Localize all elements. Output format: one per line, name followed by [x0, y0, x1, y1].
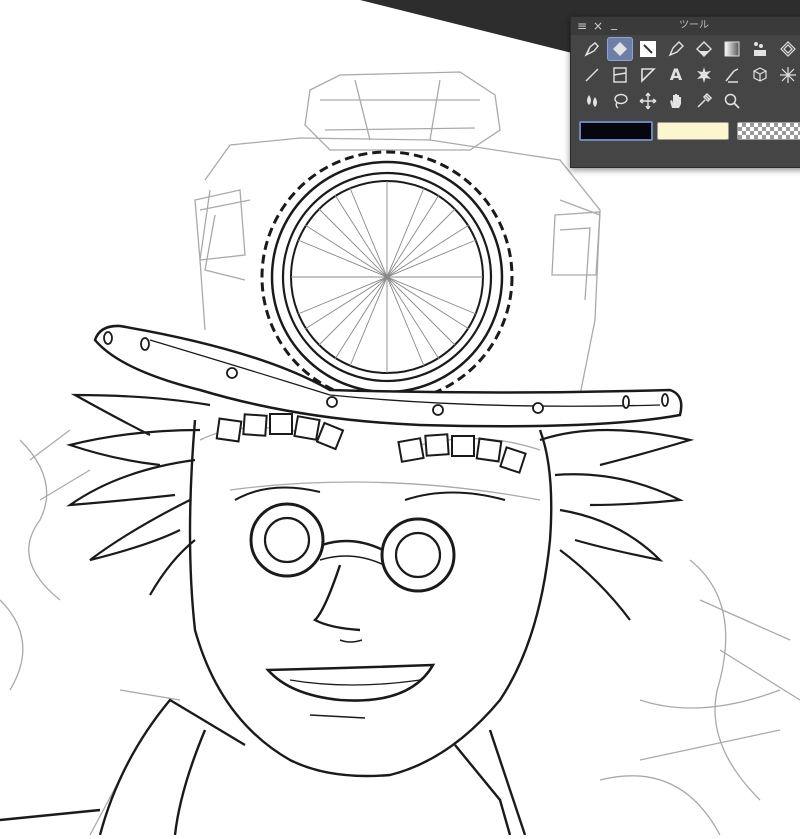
tool-palette-window[interactable]: ≡ × _ ツール A	[570, 16, 800, 168]
gear-lens	[260, 150, 514, 404]
blend-icon[interactable]	[579, 89, 605, 113]
minimize-button[interactable]: _	[611, 15, 617, 31]
move-icon[interactable]	[635, 89, 661, 113]
hair	[66, 393, 695, 621]
fountain-pen-icon[interactable]	[663, 37, 689, 61]
ruler-icon[interactable]	[635, 63, 661, 87]
pattern-icon[interactable]	[775, 37, 800, 61]
main-color-swatch[interactable]	[579, 121, 653, 141]
eraser-icon[interactable]	[607, 37, 633, 61]
text-tool-icon[interactable]: A	[663, 63, 689, 87]
hat-brim	[93, 324, 683, 428]
brush-icon[interactable]	[635, 37, 661, 61]
sparkle-icon[interactable]	[775, 63, 800, 87]
collar	[0, 698, 527, 836]
pen-nib-icon[interactable]	[579, 37, 605, 61]
balloon-burst-icon[interactable]	[691, 63, 717, 87]
sub-color-swatch[interactable]	[657, 122, 729, 140]
zoom-icon[interactable]	[719, 89, 745, 113]
palette-titlebar[interactable]: ≡ × _ ツール	[571, 15, 800, 35]
line-icon[interactable]	[579, 63, 605, 87]
correct-line-icon[interactable]	[719, 63, 745, 87]
3d-object-icon[interactable]	[747, 63, 773, 87]
transparent-color-swatch[interactable]	[737, 122, 800, 140]
close-button[interactable]: ×	[593, 18, 603, 34]
decoration-icon[interactable]	[747, 37, 773, 61]
hand-icon[interactable]	[663, 89, 689, 113]
palette-title: ツール	[679, 20, 709, 31]
eyedropper-icon[interactable]	[691, 89, 717, 113]
hamburger-icon[interactable]: ≡	[577, 18, 587, 34]
face	[188, 419, 553, 778]
frame-icon[interactable]	[607, 63, 633, 87]
fill-bucket-icon[interactable]	[691, 37, 717, 61]
gradient-icon[interactable]	[719, 37, 745, 61]
lasso-icon[interactable]	[607, 89, 633, 113]
